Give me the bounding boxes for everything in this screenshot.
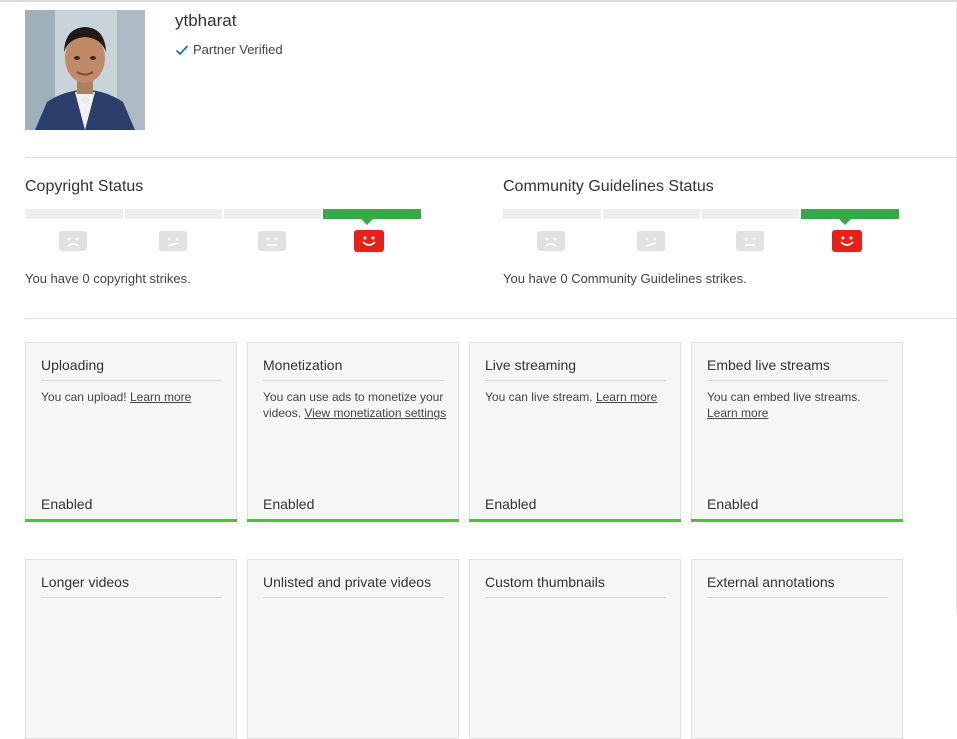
feature-card-divider bbox=[263, 380, 444, 381]
community-guidelines-status-title: Community Guidelines Status bbox=[503, 178, 714, 195]
section-divider bbox=[25, 157, 957, 158]
feature-card-divider bbox=[485, 597, 666, 598]
unhappy-face-icon bbox=[159, 231, 187, 251]
feature-card-uploading: Uploading You can upload! Learn more Ena… bbox=[25, 342, 237, 522]
feature-card-divider bbox=[485, 380, 666, 381]
enabled-status-bar bbox=[247, 519, 459, 522]
feature-card-custom-thumbnails: Custom thumbnails bbox=[469, 559, 681, 739]
enabled-status-bar bbox=[691, 519, 903, 522]
feature-card-divider bbox=[41, 597, 222, 598]
feature-card-title: Unlisted and private videos bbox=[263, 574, 432, 590]
feature-card-description: You can upload! Learn more bbox=[41, 389, 226, 405]
feature-card-title: Embed live streams bbox=[707, 357, 830, 373]
feature-card-title: Monetization bbox=[263, 357, 343, 373]
feature-card-divider bbox=[707, 380, 888, 381]
copyright-level-1-segment bbox=[25, 209, 123, 219]
channel-avatar[interactable] bbox=[25, 10, 145, 130]
sad-face-icon bbox=[537, 231, 565, 251]
feature-card-title: Uploading bbox=[41, 357, 105, 373]
feature-card-unlisted-private-videos: Unlisted and private videos bbox=[247, 559, 459, 739]
enabled-status-bar bbox=[25, 519, 237, 522]
happy-face-icon bbox=[832, 230, 862, 252]
copyright-status-title: Copyright Status bbox=[25, 178, 144, 195]
sad-face-icon bbox=[59, 231, 87, 251]
feature-card-embed-live-streams: Embed live streams You can embed live st… bbox=[691, 342, 903, 522]
feature-card-live-streaming: Live streaming You can live stream. Lear… bbox=[469, 342, 681, 522]
community-level-4-segment bbox=[801, 209, 899, 219]
feature-card-external-annotations: External annotations bbox=[691, 559, 903, 739]
feature-card-divider bbox=[707, 597, 888, 598]
avatar-photo bbox=[25, 10, 145, 130]
unhappy-face-icon bbox=[637, 231, 665, 251]
community-guidelines-status-bar bbox=[503, 209, 899, 225]
community-level-1-segment bbox=[503, 209, 601, 219]
community-level-pointer bbox=[839, 219, 851, 225]
copyright-status-section: Copyright Status You have 0 copyright st… bbox=[25, 178, 425, 286]
partner-verified-badge: Partner Verified bbox=[175, 42, 283, 57]
feature-card-description-text: You can embed live streams. bbox=[707, 390, 861, 404]
feature-card-divider bbox=[263, 597, 444, 598]
community-guidelines-strikes-text: You have 0 Community Guidelines strikes. bbox=[503, 271, 747, 286]
feature-card-description: You can live stream. Learn more bbox=[485, 389, 670, 405]
copyright-level-4-segment bbox=[323, 209, 421, 219]
enabled-status-bar bbox=[469, 519, 681, 522]
feature-card-longer-videos: Longer videos bbox=[25, 559, 237, 739]
happy-face-icon bbox=[354, 230, 384, 252]
feature-status-label: Enabled bbox=[41, 496, 93, 512]
section-divider bbox=[25, 318, 957, 319]
neutral-face-icon bbox=[736, 231, 764, 251]
top-border bbox=[0, 0, 957, 2]
feature-status-label: Enabled bbox=[707, 496, 759, 512]
learn-more-link[interactable]: Learn more bbox=[130, 390, 191, 404]
learn-more-link[interactable]: Learn more bbox=[596, 390, 657, 404]
learn-more-link[interactable]: Learn more bbox=[707, 406, 768, 420]
copyright-level-2-segment bbox=[125, 209, 222, 219]
copyright-strikes-text: You have 0 copyright strikes. bbox=[25, 271, 191, 286]
channel-name: ytbharat bbox=[175, 11, 237, 30]
feature-card-monetization: Monetization You can use ads to monetize… bbox=[247, 342, 459, 522]
neutral-face-icon bbox=[258, 231, 286, 251]
copyright-level-pointer bbox=[361, 219, 373, 225]
community-level-2-segment bbox=[603, 209, 700, 219]
feature-card-description: You can embed live streams. Learn more bbox=[707, 389, 892, 421]
feature-status-label: Enabled bbox=[485, 496, 537, 512]
copyright-status-bar bbox=[25, 209, 421, 225]
feature-card-title: Live streaming bbox=[485, 357, 577, 373]
view-monetization-settings-link[interactable]: View monetization settings bbox=[304, 406, 446, 420]
partner-verified-label: Partner Verified bbox=[193, 42, 283, 57]
feature-card-description-text: You can upload! bbox=[41, 390, 130, 404]
copyright-level-3-segment bbox=[224, 209, 321, 219]
checkmark-icon bbox=[175, 44, 189, 55]
feature-card-title: Longer videos bbox=[41, 574, 129, 590]
feature-card-title: Custom thumbnails bbox=[485, 574, 605, 590]
community-level-3-segment bbox=[702, 209, 799, 219]
feature-status-label: Enabled bbox=[263, 496, 315, 512]
feature-card-divider bbox=[41, 380, 222, 381]
community-guidelines-status-section: Community Guidelines Status You have 0 C… bbox=[503, 178, 903, 286]
feature-card-description-text: You can live stream. bbox=[485, 390, 596, 404]
feature-card-title: External annotations bbox=[707, 574, 835, 590]
feature-card-description: You can use ads to monetize your videos.… bbox=[263, 389, 448, 421]
